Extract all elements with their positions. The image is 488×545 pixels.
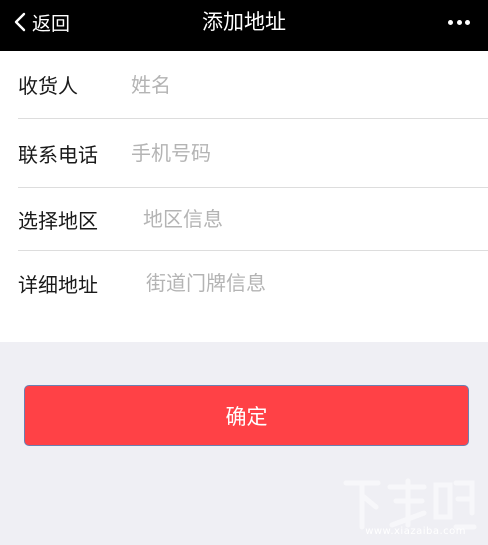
back-button[interactable]: 返回 bbox=[14, 0, 70, 44]
chevron-left-icon bbox=[14, 12, 26, 32]
region-selector[interactable] bbox=[143, 204, 443, 234]
more-dot bbox=[456, 19, 462, 25]
page-title: 添加地址 bbox=[202, 10, 286, 34]
region-row[interactable]: 选择地区 bbox=[0, 188, 488, 250]
recipient-row: 收货人 bbox=[0, 51, 488, 118]
address-row: 详细地址 bbox=[0, 251, 488, 315]
more-dot bbox=[465, 19, 470, 25]
back-label: 返回 bbox=[32, 12, 71, 35]
more-dots-icon bbox=[448, 19, 453, 25]
more-options-button[interactable] bbox=[448, 15, 470, 29]
detail-address-label: 详细地址 bbox=[18, 272, 98, 297]
address-form: 收货人 联系电话 选择地区 详细地址 bbox=[0, 51, 488, 342]
confirm-button[interactable]: 确定 bbox=[24, 385, 469, 446]
phone-row: 联系电话 bbox=[0, 119, 488, 187]
recipient-label: 收货人 bbox=[18, 74, 78, 98]
phone-number-input[interactable] bbox=[131, 138, 431, 168]
watermark-url: www.xiazaiba.com bbox=[365, 526, 466, 537]
detail-address-input[interactable] bbox=[146, 268, 446, 298]
region-label: 选择地区 bbox=[18, 208, 98, 233]
navigation-bar: 返回 添加地址 bbox=[0, 0, 488, 51]
recipient-name-input[interactable] bbox=[131, 69, 431, 100]
phone-label: 联系电话 bbox=[18, 142, 98, 167]
